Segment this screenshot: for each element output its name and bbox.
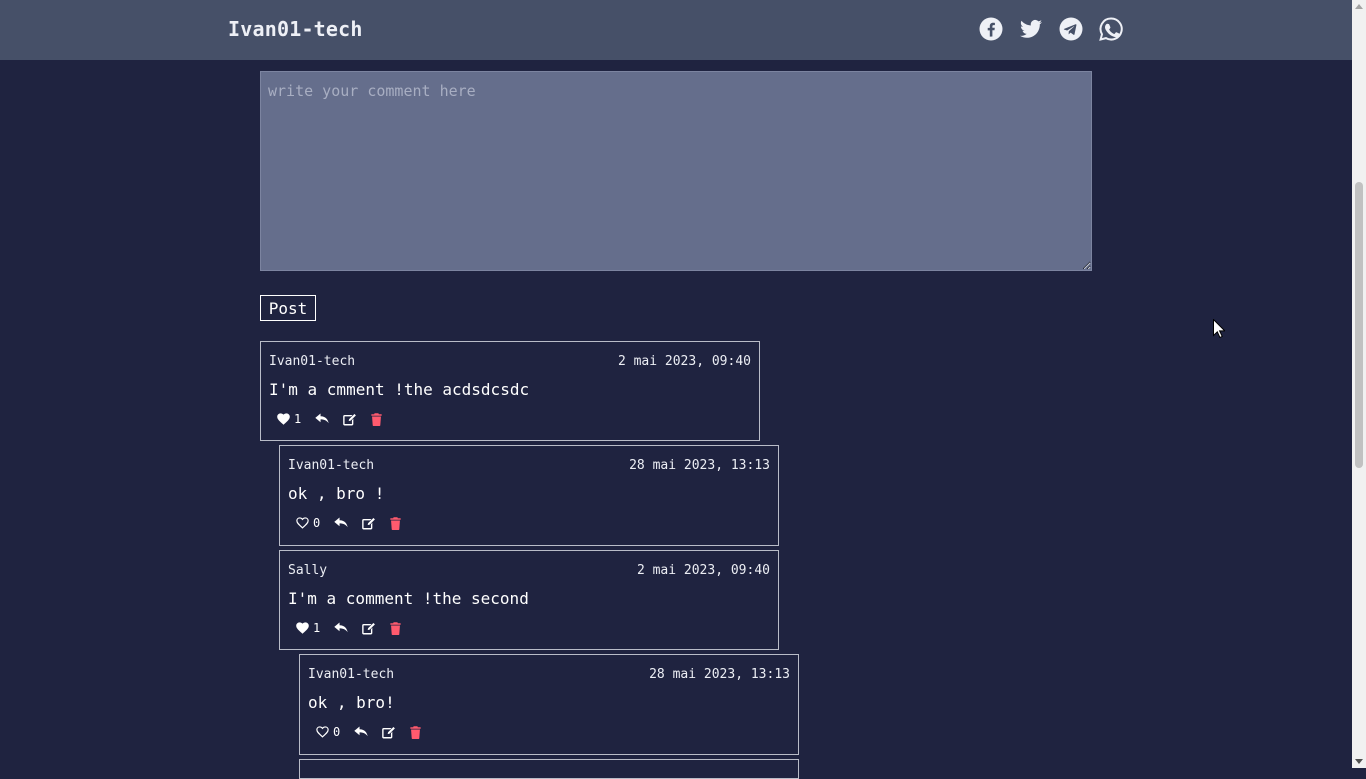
scroll-up-arrow-icon[interactable] — [1355, 4, 1363, 9]
reply-icon — [334, 517, 348, 528]
reply-button[interactable] — [315, 413, 329, 425]
trash-icon — [410, 725, 421, 739]
like-button[interactable]: 1 — [277, 412, 301, 426]
comment-card: Ivan01-tech 28 mai 2023, 13:13 ok , bro … — [279, 445, 779, 546]
comment-author[interactable]: Sally — [288, 563, 327, 578]
heart-outline-icon — [296, 517, 309, 529]
reply-button[interactable] — [354, 726, 368, 738]
delete-button[interactable] — [371, 412, 382, 426]
delete-button[interactable] — [410, 725, 421, 739]
comment-actions: 0 — [316, 724, 435, 740]
facebook-icon[interactable] — [979, 17, 1003, 41]
comment-author[interactable]: Ivan01-tech — [288, 458, 374, 473]
reply-button[interactable] — [334, 517, 348, 529]
comment-author[interactable]: Ivan01-tech — [308, 667, 394, 682]
post-button[interactable]: Post — [260, 295, 316, 321]
like-count: 0 — [333, 725, 341, 739]
comment-actions: 0 — [296, 515, 415, 531]
reply-icon — [354, 726, 368, 737]
like-button[interactable]: 1 — [296, 621, 320, 635]
reply-button[interactable] — [334, 622, 348, 634]
comment-card: Ivan01-tech 2 mai 2023, 09:40 I'm a cmme… — [260, 341, 760, 441]
comment-text: ok , bro! — [308, 693, 395, 712]
brand-name[interactable]: Ivan01-tech — [228, 17, 363, 41]
delete-button[interactable] — [390, 621, 401, 635]
whatsapp-icon[interactable] — [1099, 17, 1123, 41]
like-button[interactable]: 0 — [296, 516, 320, 530]
reply-icon — [334, 622, 348, 633]
heart-outline-icon — [316, 726, 329, 738]
social-links — [979, 17, 1123, 41]
comment-actions: 1 — [277, 411, 396, 427]
comment-textarea[interactable] — [260, 71, 1092, 271]
delete-button[interactable] — [390, 516, 401, 530]
heart-filled-icon — [296, 622, 309, 634]
comment-actions: 1 — [296, 620, 415, 636]
comment-date: 28 mai 2023, 13:13 — [649, 667, 790, 682]
edit-icon — [343, 412, 357, 425]
reply-icon — [315, 413, 329, 424]
mouse-cursor-icon — [1213, 319, 1225, 338]
comment-card: Sally 2 mai 2023, 09:40 I'm a comment !t… — [279, 550, 779, 650]
comment-author[interactable]: Ivan01-tech — [269, 354, 355, 369]
edit-icon — [362, 516, 376, 529]
top-navbar: Ivan01-tech — [0, 0, 1352, 60]
comment-date: 2 mai 2023, 09:40 — [617, 354, 751, 369]
telegram-icon[interactable] — [1059, 17, 1083, 41]
trash-icon — [390, 621, 401, 635]
twitter-icon[interactable] — [1019, 17, 1043, 41]
scroll-down-arrow-icon[interactable] — [1355, 759, 1363, 764]
trash-icon — [371, 412, 382, 426]
edit-button[interactable] — [382, 725, 396, 739]
comment-card-partial — [299, 759, 799, 779]
edit-icon — [382, 725, 396, 738]
heart-filled-icon — [277, 413, 290, 425]
page-scrollbar[interactable] — [1352, 0, 1366, 768]
trash-icon — [390, 516, 401, 530]
like-count: 1 — [294, 412, 302, 426]
comment-text: ok , bro ! — [288, 484, 385, 503]
comment-date: 28 mai 2023, 13:13 — [629, 458, 770, 473]
scrollbar-thumb[interactable] — [1355, 182, 1363, 468]
edit-button[interactable] — [362, 621, 376, 635]
comment-text: I'm a comment !the second — [288, 589, 529, 608]
like-count: 0 — [313, 516, 321, 530]
comment-date: 2 mai 2023, 09:40 — [636, 563, 770, 578]
like-button[interactable]: 0 — [316, 725, 340, 739]
comment-text: I'm a cmment !the acdsdcsdc — [269, 380, 530, 399]
like-count: 1 — [313, 621, 321, 635]
edit-button[interactable] — [343, 412, 357, 426]
edit-button[interactable] — [362, 516, 376, 530]
edit-icon — [362, 621, 376, 634]
comment-card: Ivan01-tech 28 mai 2023, 13:13 ok , bro!… — [299, 654, 799, 755]
